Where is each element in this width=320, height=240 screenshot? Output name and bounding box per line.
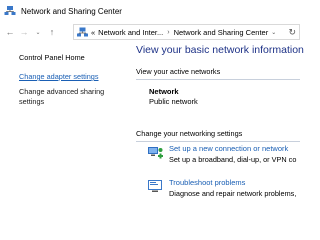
setup-connection-link[interactable]: Set up a new connection or network [169, 144, 288, 153]
network-type[interactable]: Public network [149, 97, 198, 106]
change-settings-divider [136, 141, 300, 142]
troubleshoot-link[interactable]: Troubleshoot problems [169, 178, 245, 187]
network-name: Network [149, 87, 179, 96]
sidebar-item-change-adapter-settings[interactable]: Change adapter settings [19, 72, 99, 82]
address-row: ← → ⌄ ↑ « Network and Inter... › Network… [0, 22, 300, 42]
breadcrumb-network-sharing-center[interactable]: Network and Sharing Center [174, 28, 269, 37]
address-overflow[interactable]: « [91, 28, 95, 37]
refresh-icon[interactable]: ↻ [288, 27, 296, 38]
change-settings-label: Change your networking settings [136, 129, 243, 138]
sidebar-item-control-panel-home[interactable]: Control Panel Home [19, 53, 85, 63]
network-setup-icon [147, 144, 165, 162]
troubleshoot-description: Diagnose and repair network problems, [169, 189, 297, 198]
address-bar[interactable]: « Network and Inter... › Network and Sha… [73, 24, 300, 40]
address-dropdown-chevron-icon[interactable]: ⌄ [271, 29, 276, 36]
control-panel-icon [76, 26, 88, 38]
active-networks-divider [136, 79, 300, 80]
task-setup-connection: Set up a new connection or network Set u… [147, 144, 300, 170]
window-title: Network and Sharing Center [21, 6, 122, 16]
main-content: View your basic network information View… [133, 42, 304, 215]
breadcrumb-network-internet[interactable]: Network and Inter... [98, 28, 163, 37]
setup-connection-description: Set up a broadband, dial-up, or VPN co [169, 155, 297, 164]
sidebar-item-change-advanced-sharing[interactable]: Change advanced sharing settings [19, 87, 129, 107]
forward-arrow-icon[interactable]: → [17, 24, 31, 40]
network-sharing-icon [4, 5, 16, 17]
title-bar: Network and Sharing Center [0, 0, 300, 22]
active-networks-label: View your active networks [136, 67, 221, 76]
up-arrow-icon[interactable]: ↑ [45, 24, 59, 40]
sidebar: Control Panel Home Change adapter settin… [0, 42, 133, 215]
task-troubleshoot: Troubleshoot problems Diagnose and repai… [147, 178, 300, 204]
troubleshoot-icon [147, 178, 165, 196]
back-arrow-icon[interactable]: ← [3, 24, 17, 40]
breadcrumb-separator-icon[interactable]: › [167, 29, 169, 36]
recent-locations-chevron-icon[interactable]: ⌄ [31, 24, 45, 40]
page-title: View your basic network information [136, 44, 304, 56]
